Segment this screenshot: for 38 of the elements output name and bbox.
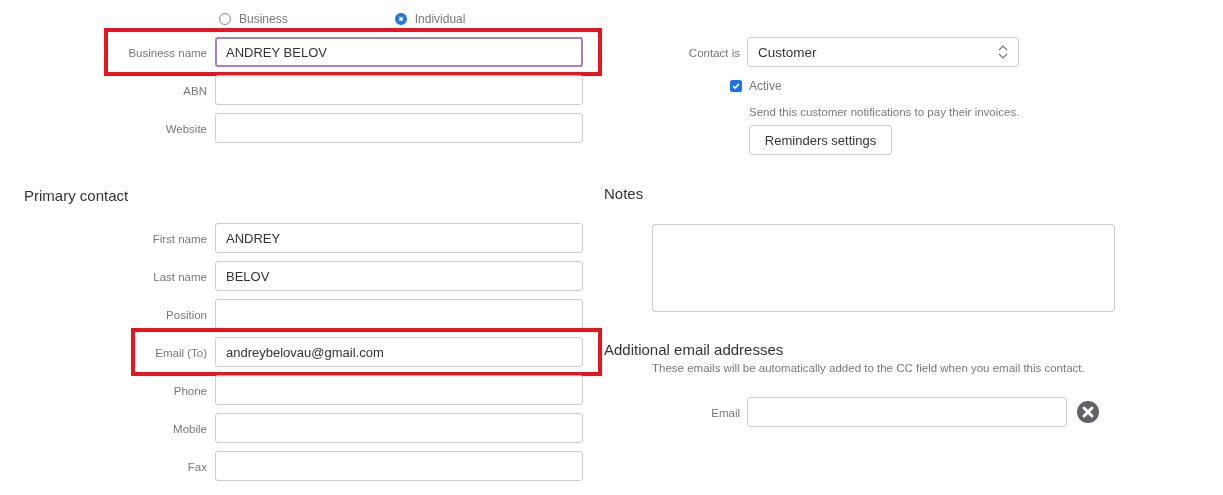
remove-icon[interactable] [1077, 401, 1099, 423]
section-heading: Additional email addresses [604, 341, 785, 359]
section-heading: Notes [604, 185, 645, 203]
checkbox-label[interactable]: Active [749, 79, 782, 93]
field-label: ABN [183, 85, 207, 97]
radio-button[interactable] [394, 13, 407, 25]
checkbox[interactable] [730, 80, 742, 92]
input-field[interactable] [215, 299, 583, 329]
input-field[interactable]: ANDREY BELOV [215, 37, 583, 67]
reminders-settings-button[interactable]: Reminders settings [749, 125, 892, 155]
radio-label[interactable]: Business [239, 12, 288, 26]
field-label: Last name [153, 271, 207, 283]
input-field[interactable] [215, 451, 583, 481]
field-label: Mobile [173, 423, 207, 435]
field-label: Position [166, 309, 207, 321]
field-label: Email (To) [155, 347, 207, 359]
input-field[interactable] [215, 75, 583, 105]
input-field[interactable] [215, 113, 583, 143]
input-field[interactable]: ANDREY [215, 223, 583, 253]
input-field[interactable] [215, 413, 583, 443]
input-field[interactable] [747, 397, 1067, 427]
field-label: First name [152, 233, 207, 245]
input-field[interactable]: BELOV [215, 261, 583, 291]
field-label: Contact is [688, 47, 740, 59]
description-text: These emails will be automatically added to the CC field when you email this contact. [652, 361, 1086, 376]
input-field[interactable] [215, 375, 583, 405]
field-label: Fax [187, 461, 207, 473]
section-heading: Primary contact [24, 187, 130, 205]
description-text: Send this customer notifications to pay their invoices. [749, 105, 1021, 120]
field-label: Business name [128, 47, 207, 59]
field-label: Website [165, 123, 207, 135]
field-label: Phone [173, 385, 207, 397]
field-label: Email [711, 407, 740, 419]
radio-label[interactable]: Individual [414, 12, 466, 26]
chevron-updown-icon [998, 45, 1008, 59]
notes-field[interactable] [652, 224, 1115, 312]
select-dropdown[interactable]: Customer [747, 37, 1019, 67]
input-field[interactable]: andreybelovau@gmail.com [215, 337, 583, 367]
